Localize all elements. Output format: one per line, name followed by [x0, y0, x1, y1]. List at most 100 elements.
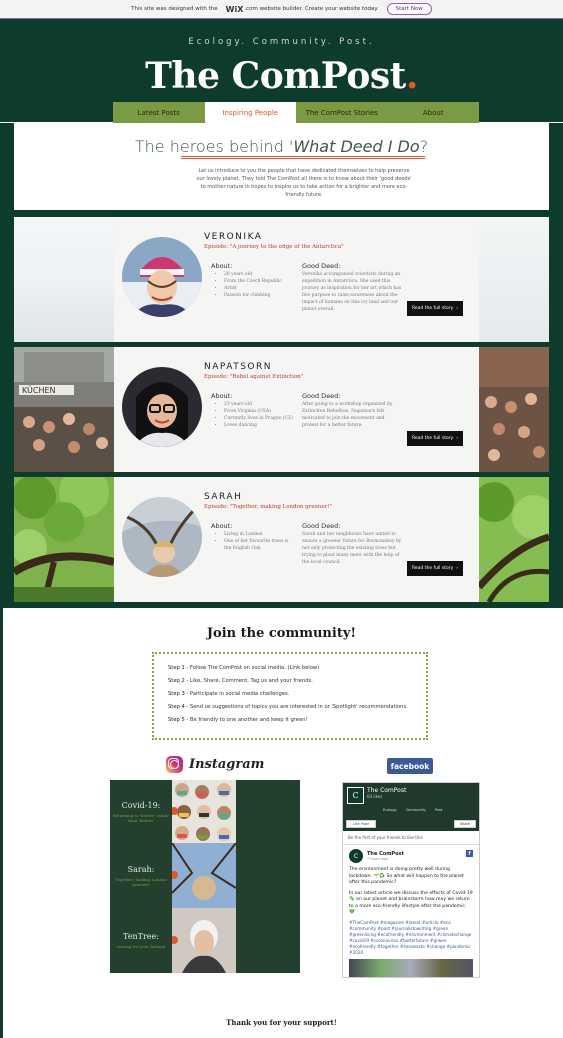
hero-background-photo [479, 217, 549, 342]
facebook-page-avatar[interactable]: C [347, 787, 364, 804]
instagram-tile-title: TenTree: [123, 932, 159, 941]
hero-about-list: 23 years old From Virginia (USA) Current… [217, 401, 297, 429]
instagram-post[interactable] [236, 908, 300, 973]
step-label: Step 5 [168, 717, 185, 723]
step-label: Step 3 [168, 691, 185, 697]
page-title: The heroes behind 'What Deed I Do? [14, 137, 549, 156]
hero-about-item: One of her favourite trees is the Englis… [224, 538, 297, 552]
logo-dot: . [405, 55, 419, 97]
tagline: Ecology. Community. Post. [188, 37, 375, 47]
instagram-post[interactable] [172, 780, 236, 843]
hero-about-item: From the Czech Republic [224, 278, 297, 285]
instagram-post[interactable]: Covid-19: Returning to 'before' rather t… [110, 780, 172, 843]
step-text: - Follow The ComPost on social media. (L… [184, 665, 320, 671]
hero-about-item: 28 years old [224, 271, 297, 278]
step-text: - Like, Share, Comment, Tag us and your … [184, 678, 313, 684]
step-text: - Send us suggestions of topics you are … [184, 704, 408, 710]
hero-avatar [122, 237, 202, 317]
facebook-menu-item: Post [434, 808, 443, 812]
hero-background-photo [14, 217, 114, 342]
instagram-post[interactable] [172, 908, 236, 973]
facebook-header[interactable]: facebook [387, 758, 433, 774]
left-edge-strip [0, 608, 3, 1038]
nav-latest-posts[interactable]: Latest Posts [113, 102, 205, 123]
instagram-post[interactable]: TenTree: rooting for your fashion [110, 908, 172, 973]
join-title: Join the community! [206, 626, 357, 641]
facebook-friends-note: Be the first of your friends to like thi… [343, 831, 479, 845]
hero-card: VERONIKA Episode: "A journey to the edge… [114, 217, 479, 342]
instagram-tile-title: Sarah: [127, 864, 155, 874]
wix-banner-text-post: .com website builder. Create your websit… [244, 6, 379, 12]
hero-deed-text: After going to a workshop organized by E… [302, 402, 393, 428]
hero-avatar [122, 497, 202, 577]
instagram-post[interactable]: Sarah: Together, making London greener! [110, 843, 172, 908]
read-full-story-button[interactable]: Read the full story › [407, 431, 463, 446]
hero-deed-text: Sarah and her neighbours have united to … [302, 532, 402, 565]
read-full-story-button[interactable]: Read the full story › [407, 301, 463, 316]
facebook-post-hashtags[interactable]: #TheComPost #magazine #latest #article #… [349, 920, 473, 956]
facebook-post-avatar[interactable]: C [349, 849, 363, 863]
page-title-post: ? [419, 137, 429, 156]
instagram-tile-text [265, 936, 272, 946]
instagram-post[interactable] [172, 843, 236, 908]
read-full-story-button[interactable]: Read the full story › [407, 561, 463, 576]
instagram-post[interactable] [236, 843, 300, 908]
start-now-button[interactable]: Start Now [386, 3, 432, 15]
instagram-tile-title: Covid-19: [121, 800, 161, 810]
facebook-page-widget: C The ComPost 64 likes Ecology Community… [342, 782, 480, 978]
nav-inspiring-people[interactable]: Inspiring People [204, 102, 296, 123]
facebook-page-likes: 64 likes [367, 794, 383, 799]
facebook-post-text: The environment is doing pretty well dur… [349, 867, 464, 885]
facebook-page-name[interactable]: The ComPost [367, 787, 406, 794]
read-button-label: Read the full story [411, 436, 454, 441]
facebook-post-image[interactable] [349, 958, 473, 977]
hero-about-item: Living in London [224, 531, 297, 538]
instagram-wordmark: Instagram [189, 757, 265, 772]
facebook-post-header: C The ComPost 7 hours ago [349, 849, 473, 863]
step-item: Step 1 - Follow The ComPost on social me… [168, 662, 412, 675]
step-label: Step 1 [168, 665, 185, 671]
chevron-right-icon: › [456, 566, 459, 571]
hero-about-item: Artist [224, 285, 297, 292]
masked-faces-illustration [172, 780, 236, 843]
hero-episode: Episode: "A journey to the edge of the A… [204, 244, 344, 250]
nav-about[interactable]: About [387, 102, 479, 123]
hero-about-item: 23 years old [224, 401, 297, 408]
wix-banner: This site was designed with the WiX .com… [0, 0, 563, 19]
facebook-post-time[interactable]: 7 hours ago [367, 857, 404, 861]
hero-background-photo: KÜCHEN [14, 347, 114, 472]
facebook-menu-item: Ecology [383, 808, 397, 812]
facebook-cover: C The ComPost 64 likes Ecology Community… [343, 783, 479, 831]
hero-about-title: About: [211, 522, 233, 530]
title-underline [181, 156, 425, 159]
site-logo[interactable]: The ComPost. [0, 55, 563, 97]
chevron-right-icon: › [456, 306, 459, 311]
chevron-right-icon: › [456, 436, 459, 441]
facebook-share-button[interactable]: Share [454, 820, 476, 828]
instagram-post[interactable] [236, 780, 300, 843]
instagram-grid: Covid-19: Returning to 'before' rather t… [110, 780, 300, 973]
hero-name: NAPATSORN [204, 362, 272, 372]
hero-card: NAPATSORN Episode: "Rebel against Extinc… [114, 347, 479, 472]
facebook-post: C The ComPost 7 hours ago f The environm… [343, 845, 479, 977]
instagram-tile-text [265, 807, 272, 817]
instagram-header[interactable]: Instagram [166, 756, 264, 773]
community-section: Join the community! Step 1 - Follow The … [0, 608, 563, 1038]
intro-text: Let us introduce to you the people that … [196, 168, 412, 198]
facebook-post-text: In our latest article we discuss the eff… [349, 890, 473, 916]
hero-about-list: Living in London One of her favourite tr… [217, 531, 297, 552]
hero-about-item: Loves dancing [224, 422, 297, 429]
nav-compost-stories[interactable]: The ComPost Stories [296, 102, 388, 123]
hero-avatar [122, 367, 202, 447]
facebook-cover-menu: Ecology Community Post [383, 808, 442, 812]
read-button-label: Read the full story [411, 306, 454, 311]
step-item: Step 4 - Send us suggestions of topics y… [168, 701, 412, 714]
step-label: Step 2 [168, 678, 185, 684]
thanks-text: Thank you for your support! [226, 1018, 337, 1027]
step-label: Step 4 [168, 704, 185, 710]
wix-banner-text-pre: This site was designed with the [131, 6, 218, 12]
step-item: Step 2 - Like, Share, Comment, Tag us an… [168, 675, 412, 688]
instagram-tile-subtitle: rooting for your fashion [116, 944, 166, 949]
hero-sarah: SARAH Episode: "Together, making London … [11, 467, 556, 604]
facebook-like-page-button[interactable]: Like Page [346, 820, 376, 828]
